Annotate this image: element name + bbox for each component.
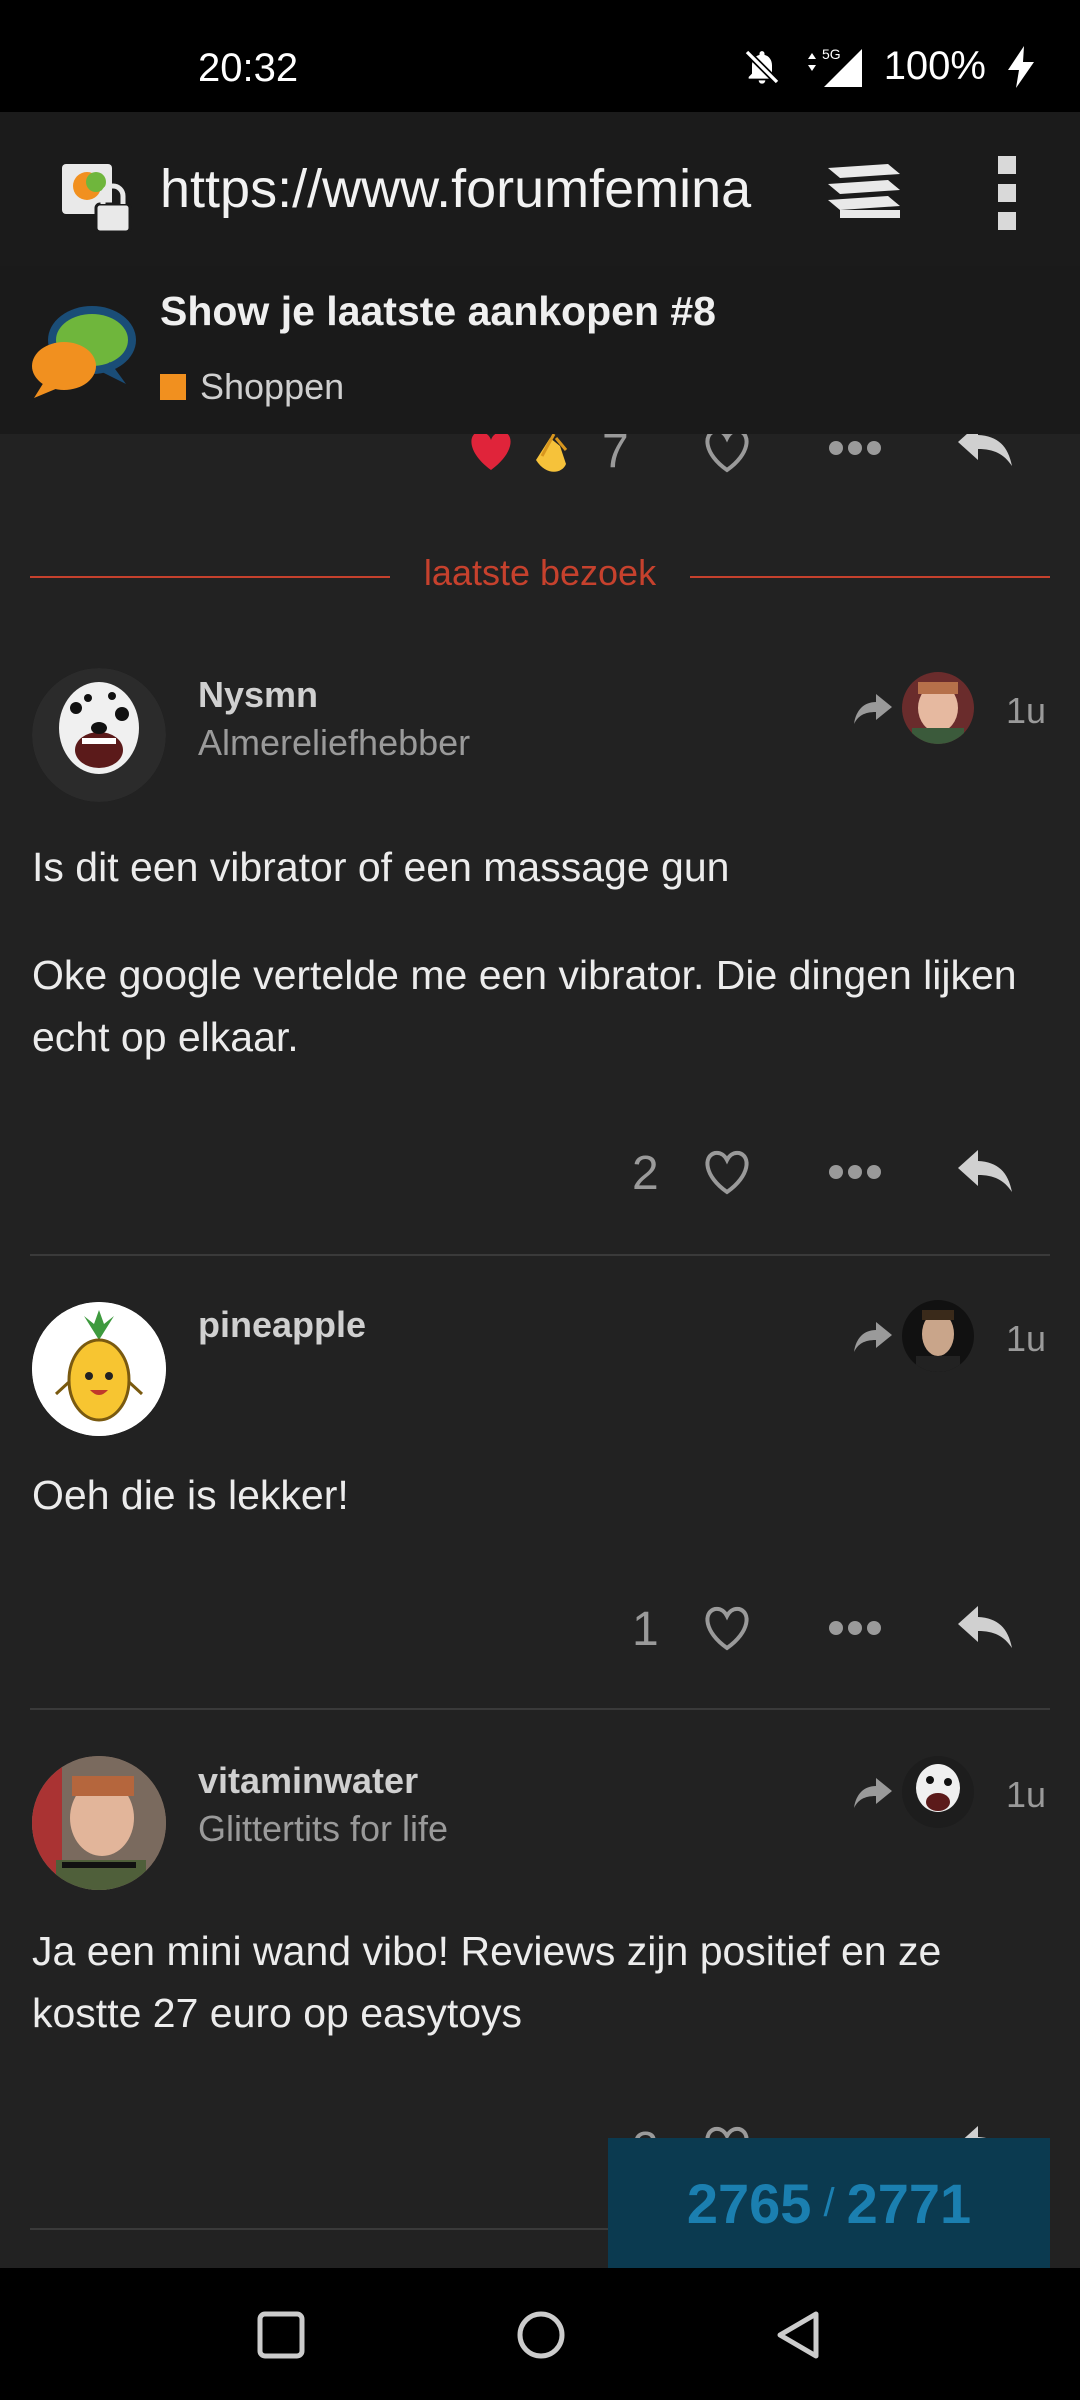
reply-icon[interactable] — [956, 434, 1014, 468]
post-paragraph: Ja een mini wand vibo! Reviews zijn posi… — [32, 1928, 942, 2036]
username[interactable]: pineapple — [198, 1304, 366, 1346]
tabs-icon[interactable] — [826, 160, 902, 220]
post-paragraph: Oeh die is lekker! — [32, 1472, 349, 1518]
back-icon[interactable] — [772, 2308, 826, 2362]
like-heart-icon[interactable] — [700, 1604, 754, 1652]
post-separator — [30, 1254, 1050, 1256]
reply-icon[interactable] — [956, 1148, 1014, 1194]
more-icon[interactable] — [828, 440, 882, 456]
more-icon[interactable] — [828, 1164, 882, 1180]
progress-total: 2771 — [846, 2171, 972, 2235]
post-separator — [30, 1708, 1050, 1710]
like-count[interactable]: 2 — [632, 1146, 659, 1201]
previous-post-actions: 7 — [0, 434, 1080, 474]
username[interactable]: vitaminwater — [198, 1760, 418, 1802]
post-body: Is dit een vibrator of een massage gun O… — [32, 836, 1042, 1114]
status-bar: 20:32 5G 100% — [0, 0, 1080, 112]
status-time: 20:32 — [198, 46, 299, 90]
home-icon[interactable] — [514, 2308, 568, 2362]
reply-to-arrow-icon[interactable] — [852, 1320, 894, 1354]
reply-to-avatar[interactable] — [902, 1300, 974, 1372]
reply-to-avatar[interactable] — [902, 672, 974, 744]
post-body: Ja een mini wand vibo! Reviews zijn posi… — [32, 1920, 1042, 2090]
clapping-emoji-icon[interactable] — [526, 434, 576, 474]
category-label: Shoppen — [200, 366, 345, 407]
overflow-menu-icon[interactable] — [990, 156, 1024, 230]
forum-logo-icon[interactable] — [30, 300, 142, 400]
like-heart-icon[interactable] — [700, 1148, 754, 1196]
like-count[interactable]: 1 — [632, 1602, 659, 1657]
reply-icon[interactable] — [956, 1604, 1014, 1650]
reaction-count: 7 — [602, 434, 629, 474]
network-label: 5G — [822, 46, 841, 62]
post-time[interactable]: 1u — [1006, 690, 1046, 732]
post-paragraph: Oke google vertelde me een vibrator. Die… — [32, 952, 1017, 1060]
avatar[interactable] — [32, 668, 166, 802]
user-title: Almereliefhebber — [198, 722, 471, 763]
reply-to-arrow-icon[interactable] — [852, 1776, 894, 1810]
post-time[interactable]: 1u — [1006, 1774, 1046, 1816]
reply-to-arrow-icon[interactable] — [852, 692, 894, 726]
progress-current: 2765 — [686, 2171, 812, 2235]
reply-to-avatar[interactable] — [902, 1756, 974, 1828]
username[interactable]: Nysmn — [198, 674, 318, 716]
site-lock-icon[interactable] — [60, 160, 136, 236]
category-color-square — [160, 374, 186, 400]
url-field[interactable]: https://www.forumfemina — [160, 154, 760, 224]
post-body: Oeh die is lekker! — [32, 1464, 1042, 1572]
category-badge[interactable]: Shoppen — [160, 366, 344, 408]
last-visit-label: laatste bezoek — [390, 552, 690, 594]
post-paragraph: Is dit een vibrator of een massage gun — [32, 844, 730, 890]
user-title: Glittertits for life — [198, 1808, 449, 1849]
charging-icon — [1008, 45, 1034, 88]
recents-icon[interactable] — [254, 2308, 308, 2362]
avatar[interactable] — [32, 1302, 166, 1436]
topic-progress[interactable]: 2765 / 2771 — [608, 2138, 1050, 2268]
signal-icon: 5G — [807, 46, 862, 87]
avatar[interactable] — [32, 1756, 166, 1890]
post-time[interactable]: 1u — [1006, 1318, 1046, 1360]
battery-percent: 100% — [883, 44, 986, 88]
heart-emoji-icon[interactable] — [466, 434, 516, 472]
bell-muted-icon — [744, 49, 780, 84]
navigation-bar — [0, 2268, 1080, 2400]
like-heart-icon[interactable] — [700, 434, 754, 474]
progress-separator: / — [823, 2180, 835, 2225]
topic-title[interactable]: Show je laatste aankopen #8 — [160, 288, 716, 335]
more-icon[interactable] — [828, 1620, 882, 1636]
